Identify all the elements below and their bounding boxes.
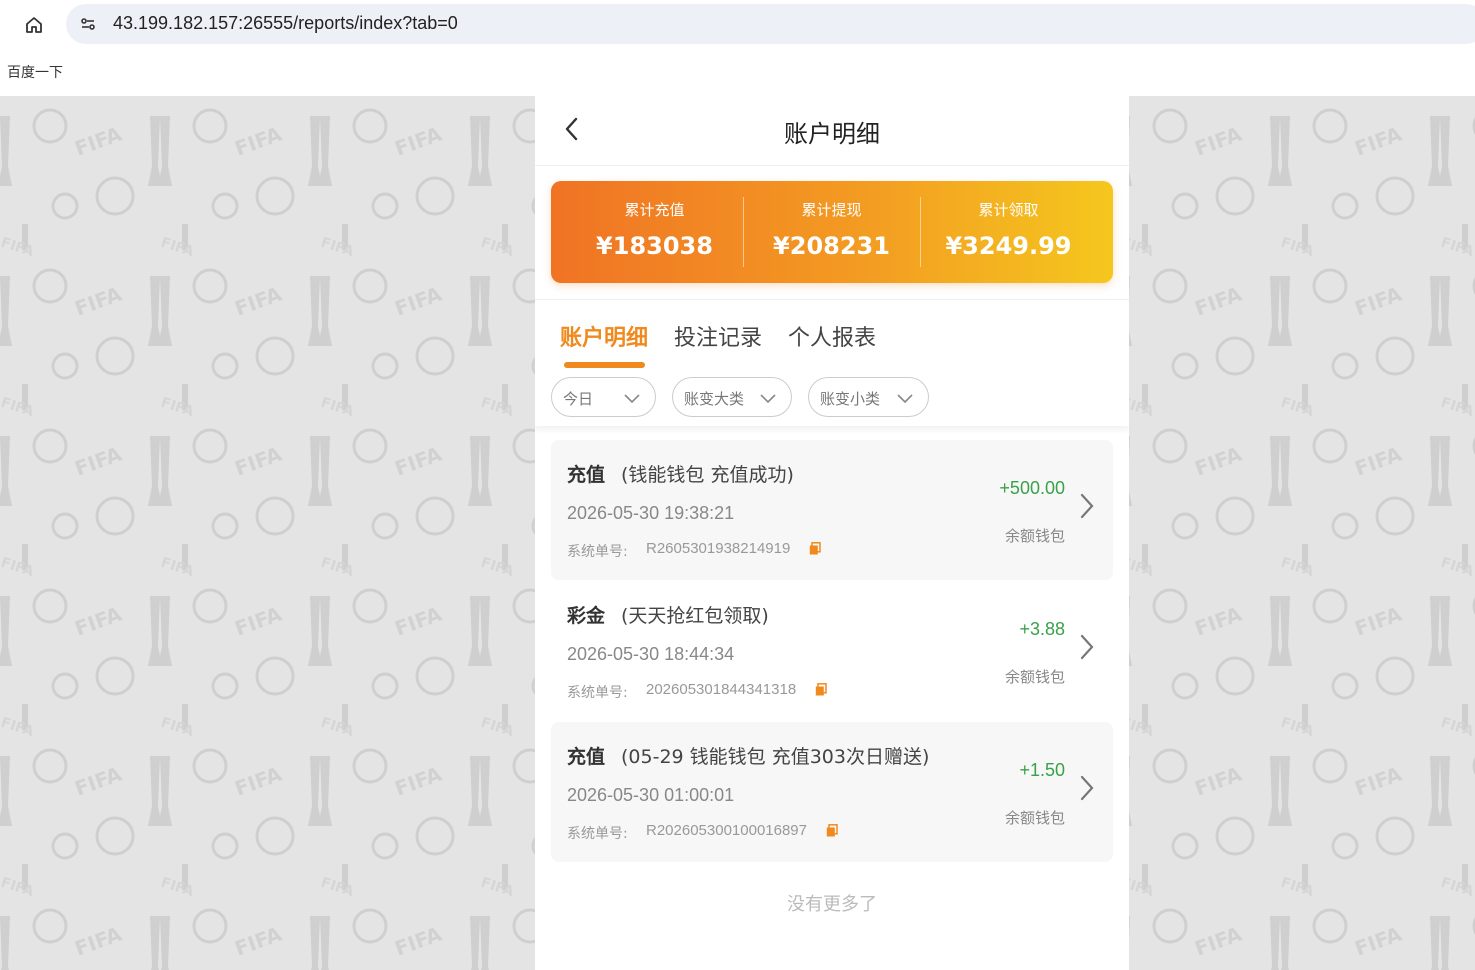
record-time: 2026-05-30 18:44:34 [567,644,735,664]
page-header: 账户明细 [535,96,1129,166]
mobile-panel: 账户明细 累计充值 ¥183038 累计提现 ¥208231 累计领取 ¥324… [535,96,1129,970]
stat-total-claimed: 累计领取 ¥3249.99 [920,199,1097,260]
copy-icon[interactable] [815,683,827,696]
chevron-right-icon [1080,634,1094,660]
filter-bar: 今日 账变大类 账变小类 [535,370,1129,426]
order-label: 系统单号: [567,826,628,842]
bookmark-baidu[interactable]: 百度一下 [7,62,63,82]
list-item[interactable]: 充值 (05-29 钱能钱包 充值303次日赠送) 2026-05-30 01:… [551,722,1113,862]
bookmark-bar: 百度一下 [0,50,1475,96]
chevron-right-icon [1080,493,1094,519]
address-bar[interactable]: 43.199.182.157:26555/reports/index?tab=0 [66,4,1475,44]
record-amount: +3.88 [1019,619,1065,639]
tab-account-detail[interactable]: 账户明细 [560,320,648,352]
stat-value: ¥208231 [773,232,890,260]
stat-label: 累计领取 [978,201,1039,219]
chevron-down-icon [760,394,776,404]
filter-label: 今日 [563,390,594,408]
record-wallet: 余额钱包 [1004,809,1065,827]
filter-label: 账变小类 [820,390,881,408]
record-type: 充值 [567,464,606,486]
order-label: 系统单号: [567,544,628,560]
url-text[interactable]: 43.199.182.157:26555/reports/index?tab=0 [113,13,458,34]
tab-personal-report[interactable]: 个人报表 [788,320,876,352]
stat-total-deposit: 累计充值 ¥183038 [566,199,743,260]
filter-label: 账变大类 [684,390,745,408]
order-number: 202605301844341318 [646,681,797,698]
record-amount: +500.00 [999,478,1065,498]
record-wallet: 余额钱包 [1004,527,1065,545]
order-number: R2605301938214919 [646,540,791,557]
stat-label: 累计充值 [624,201,685,219]
record-type: 彩金 [567,605,606,627]
order-label: 系统单号: [567,685,628,701]
no-more-text: 没有更多了 [787,894,877,915]
chevron-right-icon [1080,775,1094,801]
tab-bar: 账户明细 投注记录 个人报表 [535,300,1129,370]
record-time: 2026-05-30 19:38:21 [567,503,735,523]
filter-category-dropdown[interactable]: 账变大类 [672,377,792,417]
browser-toolbar: 43.199.182.157:26555/reports/index?tab=0 [0,0,1475,50]
filter-date-dropdown[interactable]: 今日 [551,377,656,417]
chevron-down-icon [897,394,913,404]
home-icon[interactable] [20,11,48,39]
stat-label: 累计提现 [801,201,862,219]
record-desc: (05-29 钱能钱包 充值303次日赠送) [621,746,930,768]
record-desc: (天天抢红包领取) [621,605,769,627]
stat-value: ¥3249.99 [945,232,1072,260]
list-item[interactable]: 彩金 (天天抢红包领取) 2026-05-30 18:44:34 系统单号: 2… [551,581,1113,721]
chevron-down-icon [624,394,640,404]
stat-total-withdraw: 累计提现 ¥208231 [743,199,920,260]
site-info-icon[interactable] [76,12,100,36]
copy-icon[interactable] [809,542,821,555]
tab-bet-records[interactable]: 投注记录 [674,320,762,352]
filter-subcategory-dropdown[interactable]: 账变小类 [808,377,929,417]
active-tab-indicator [564,362,645,368]
record-desc: (钱能钱包 充值成功) [621,464,794,486]
stat-value: ¥183038 [596,232,713,260]
record-wallet: 余额钱包 [1004,668,1065,686]
list-item[interactable]: 充值 (钱能钱包 充值成功) 2026-05-30 19:38:21 系统单号:… [551,440,1113,580]
record-type: 充值 [567,746,606,768]
record-amount: +1.50 [1019,760,1065,780]
summary-card: 累计充值 ¥183038 累计提现 ¥208231 累计领取 ¥3249.99 [551,181,1113,283]
copy-icon[interactable] [826,824,838,837]
order-number: R202605300100016897 [646,822,807,839]
record-time: 2026-05-30 01:00:01 [567,785,735,805]
page-title: 账户明细 [784,120,880,148]
